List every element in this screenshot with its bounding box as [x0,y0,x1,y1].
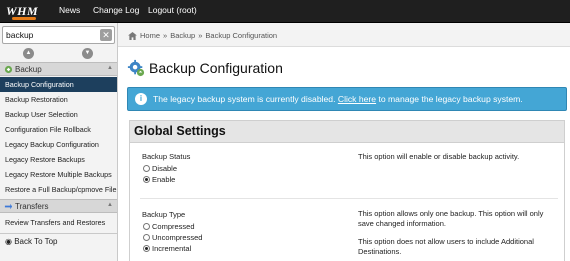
logo-swoosh-icon [12,17,37,20]
collapse-icon[interactable]: ▲ [107,65,113,71]
radio-compressed[interactable] [143,223,150,230]
sidebar-item-configuration-file-rollback[interactable]: Configuration File Rollback [0,122,117,137]
alert-message: The legacy backup system is currently di… [153,94,523,104]
breadcrumb-backup[interactable]: Backup [170,31,195,40]
option-label: Compressed [152,222,195,231]
clear-search-icon[interactable]: ✕ [100,29,112,41]
breadcrumb-home[interactable]: Home [140,31,160,40]
breadcrumb: Home » Backup » Backup Configuration [128,31,277,40]
panel-header: Global Settings [130,121,564,143]
backup-status-label: Backup Status [142,152,191,161]
top-bar: WHM News Change Log Logout (root) [0,0,570,23]
radio-disable[interactable] [143,165,150,172]
alert-text-after: to manage the legacy backup system. [378,94,523,104]
alert-text-before: The legacy backup system is currently di… [153,94,336,104]
nav-logout-link[interactable]: Logout (root) [148,5,197,15]
breadcrumb-separator: » [163,31,168,40]
sidebar-scroll-controls: ▲ ▼ [0,47,117,60]
sidebar-item-backup-restoration[interactable]: Backup Restoration [0,92,117,107]
option-label: Uncompressed [152,233,203,242]
settings-divider [140,198,558,199]
backup-type-uncompressed-option[interactable]: Uncompressed [143,233,202,242]
backup-status-enable-option[interactable]: Enable [143,175,175,184]
radio-enable[interactable] [143,176,150,183]
legacy-backup-link[interactable]: Click here [338,94,376,104]
backup-type-label: Backup Type [142,210,186,219]
sidebar-category-transfers[interactable]: Transfers ▲ [0,199,117,213]
search-input[interactable] [6,29,96,41]
nav-change-log-link[interactable]: Change Log [93,5,139,15]
back-to-top-link[interactable]: ◉ Back To Top [0,233,117,249]
category-label: Transfers [15,202,49,211]
category-label: Backup [15,65,42,74]
back-to-top-label: Back To Top [14,237,58,246]
backup-type-destinations-note: This option does not allow users to incl… [358,237,534,256]
search-box: ✕ [2,26,115,44]
sidebar-category-backup[interactable]: Backup ▲ [0,62,117,76]
breadcrumb-bar: Home » Backup » Backup Configuration [118,23,570,47]
info-alert: i The legacy backup system is currently … [127,87,567,111]
nav-news-link[interactable]: News [59,5,80,15]
backup-type-incremental-option[interactable]: Incremental [143,244,191,253]
page-title: Backup Configuration [149,60,283,76]
backup-category-icon [4,65,13,74]
radio-incremental[interactable] [143,245,150,252]
backup-status-description: This option will enable or disable backu… [358,152,520,161]
backup-type-compressed-option[interactable]: Compressed [143,222,195,231]
scroll-down-icon[interactable]: ▼ [82,48,93,59]
panel-title: Global Settings [134,124,226,138]
option-label: Disable [152,164,178,173]
radio-uncompressed[interactable] [143,234,150,241]
home-icon[interactable] [128,31,137,40]
breadcrumb-current: Backup Configuration [205,31,278,40]
option-label: Enable [152,175,176,184]
whm-logo[interactable]: WHM [6,4,38,20]
backup-gear-icon [127,59,145,77]
back-to-top-icon: ◉ [5,237,12,246]
sidebar: ✕ ▲ ▼ Backup ▲ Backup Configuration Back… [0,23,118,261]
breadcrumb-separator: » [198,31,203,40]
backup-status-disable-option[interactable]: Disable [143,164,177,173]
sidebar-item-legacy-restore-backups[interactable]: Legacy Restore Backups [0,152,117,167]
info-icon: i [135,93,147,105]
page-header: Backup Configuration [127,57,283,79]
backup-type-description: This option allows only one backup. This… [358,209,544,228]
collapse-icon[interactable]: ▲ [107,202,113,208]
sidebar-item-backup-configuration[interactable]: Backup Configuration [0,77,117,92]
sidebar-item-legacy-backup-configuration[interactable]: Legacy Backup Configuration [0,137,117,152]
sidebar-item-restore-full-backup[interactable]: Restore a Full Backup/cpmove File [0,182,117,197]
sidebar-item-backup-user-selection[interactable]: Backup User Selection [0,107,117,122]
option-label: Incremental [152,244,192,253]
sidebar-item-review-transfers[interactable]: Review Transfers and Restores [0,215,117,230]
scroll-up-icon[interactable]: ▲ [23,48,34,59]
sidebar-item-legacy-restore-multiple-backups[interactable]: Legacy Restore Multiple Backups [0,167,117,182]
transfers-category-icon [4,203,13,210]
